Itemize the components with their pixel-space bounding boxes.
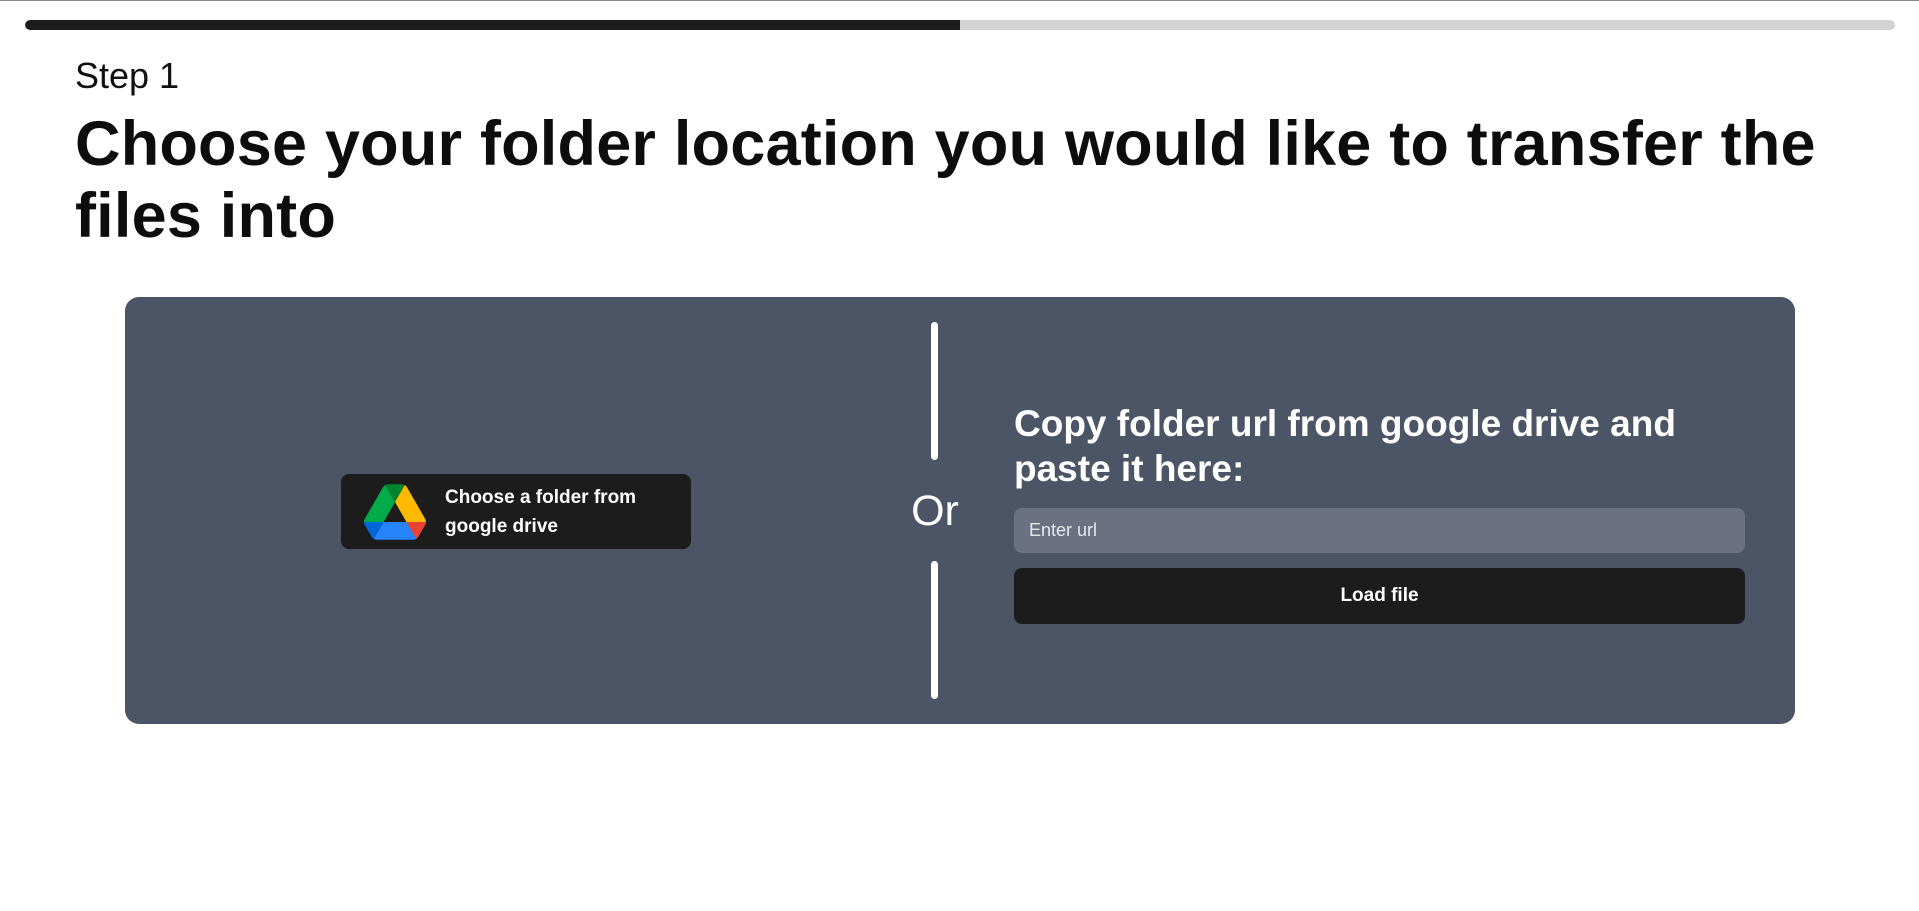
google-drive-icon bbox=[364, 483, 426, 540]
divider-line-bottom bbox=[931, 561, 938, 699]
top-border bbox=[0, 0, 1919, 1]
progress-bar-fill bbox=[25, 20, 960, 30]
choose-drive-folder-label: Choose a folder from google drive bbox=[445, 486, 637, 537]
load-file-button[interactable]: Load file bbox=[1014, 568, 1745, 624]
or-separator: Or bbox=[911, 487, 959, 535]
divider-line-top bbox=[931, 322, 938, 460]
choose-drive-folder-button[interactable]: Choose a folder from google drive bbox=[341, 474, 691, 549]
folder-selection-panel: Choose a folder from google drive Or Cop… bbox=[125, 297, 1795, 724]
url-instructions-heading: Copy folder url from google drive and pa… bbox=[1014, 403, 1676, 489]
page-title: Choose your folder location you would li… bbox=[75, 109, 1816, 251]
folder-url-input[interactable] bbox=[1014, 508, 1745, 553]
progress-bar bbox=[25, 20, 1895, 30]
step-label: Step 1 bbox=[75, 55, 180, 96]
